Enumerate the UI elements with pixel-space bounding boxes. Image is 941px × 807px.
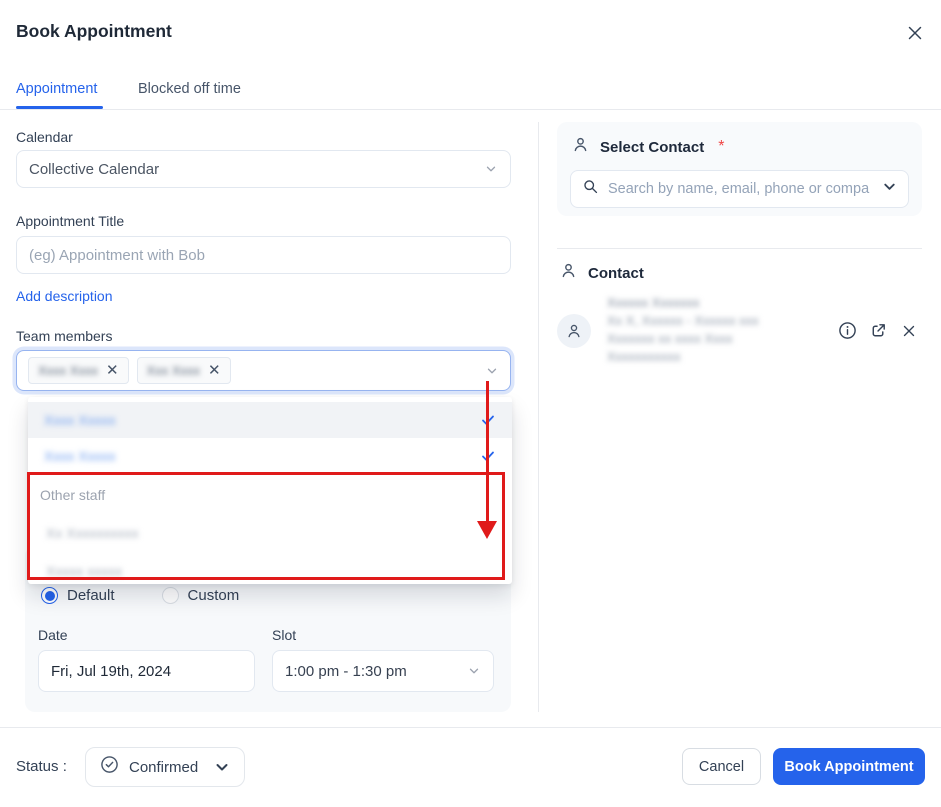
status-label: Status : xyxy=(16,758,67,775)
chip-label: Xxxx Xxxx xyxy=(38,363,98,378)
contact-section-divider xyxy=(557,248,922,249)
slot-value: 1:00 pm - 1:30 pm xyxy=(285,662,407,680)
check-icon xyxy=(480,448,496,464)
dropdown-option-selected[interactable]: Xxxx Xxxxx xyxy=(28,402,512,438)
chevron-down-icon xyxy=(484,162,498,176)
team-member-chip: Xxx Xxxx ✕ xyxy=(136,357,231,384)
default-radio-label: Default xyxy=(67,587,115,604)
slot-label: Slot xyxy=(272,627,297,643)
required-asterisk: * xyxy=(718,138,725,155)
tabs-divider xyxy=(0,109,941,110)
footer-divider xyxy=(0,727,941,728)
person-icon xyxy=(571,135,590,159)
status-select[interactable]: Confirmed xyxy=(85,747,245,787)
dropdown-option-other-staff[interactable]: Xx Xxxxxxxxxx xyxy=(46,525,496,541)
dropdown-group-label: Other staff xyxy=(40,487,106,503)
contact-actions xyxy=(838,321,918,340)
option-label: Xxxx Xxxxx xyxy=(44,448,116,464)
remove-contact-icon[interactable] xyxy=(900,322,918,340)
column-divider xyxy=(538,122,539,712)
select-contact-panel: Select Contact * xyxy=(557,122,922,216)
dropdown-option-selected[interactable]: Xxxx Xxxxx xyxy=(28,438,512,474)
book-appointment-button[interactable]: Book Appointment xyxy=(773,748,925,785)
select-contact-label: Select Contact xyxy=(600,138,705,156)
chevron-down-icon xyxy=(467,664,481,678)
status-value: Confirmed xyxy=(129,758,199,776)
contact-label: Contact xyxy=(588,264,644,282)
custom-radio-label: Custom xyxy=(187,587,240,604)
contact-detail-line: Xx X, Xxxxxx - Xxxxxx xxx xyxy=(607,313,759,328)
calendar-label: Calendar xyxy=(16,129,73,145)
check-circle-icon xyxy=(100,755,119,779)
person-icon xyxy=(559,261,578,285)
appointment-title-label: Appointment Title xyxy=(16,213,125,229)
page-title: Book Appointment xyxy=(16,21,172,41)
tab-blocked-off-time[interactable]: Blocked off time xyxy=(138,81,241,97)
date-input[interactable]: Fri, Jul 19th, 2024 xyxy=(38,650,255,692)
team-member-chip: Xxxx Xxxx ✕ xyxy=(28,357,129,384)
team-members-dropdown: Xxxx Xxxxx Xxxx Xxxxx Other staff Xx Xxx… xyxy=(28,397,512,584)
book-appointment-modal: Book Appointment Appointment Blocked off… xyxy=(0,0,941,807)
close-icon[interactable] xyxy=(905,23,925,43)
calendar-select[interactable]: Collective Calendar xyxy=(16,150,511,188)
slot-mode-radio-group: Default Custom xyxy=(41,587,239,604)
add-description-link[interactable]: Add description xyxy=(16,288,113,304)
search-icon xyxy=(582,178,599,200)
chevron-down-icon xyxy=(214,759,230,775)
remove-chip-icon[interactable]: ✕ xyxy=(106,363,119,378)
info-icon[interactable] xyxy=(838,321,857,340)
custom-radio[interactable] xyxy=(161,587,179,604)
chip-label: Xxx Xxxx xyxy=(146,363,201,378)
contact-avatar xyxy=(557,314,591,348)
contact-name: Xxxxxx Xxxxxxx xyxy=(607,295,700,310)
appointment-title-input[interactable] xyxy=(29,246,498,264)
date-value: Fri, Jul 19th, 2024 xyxy=(51,662,172,680)
option-label: Xxxx Xxxxx xyxy=(44,412,116,428)
default-radio[interactable] xyxy=(41,587,58,604)
contact-section-header: Contact xyxy=(559,261,644,285)
dropdown-option-other-staff[interactable]: Xxxxx xxxxx xyxy=(46,563,496,579)
remove-chip-icon[interactable]: ✕ xyxy=(208,363,221,378)
team-members-label: Team members xyxy=(16,328,113,344)
team-members-multiselect[interactable]: Xxxx Xxxx ✕ Xxx Xxxx ✕ xyxy=(16,350,511,391)
external-link-icon[interactable] xyxy=(869,321,888,340)
contact-detail-line: Xxxxxxx xx xxxx Xxxx xyxy=(607,331,733,346)
appointment-title-field-wrap xyxy=(16,236,511,274)
chevron-down-icon[interactable] xyxy=(882,179,897,199)
date-label: Date xyxy=(38,627,68,643)
slot-select[interactable]: 1:00 pm - 1:30 pm xyxy=(272,650,494,692)
tab-appointment[interactable]: Appointment xyxy=(16,81,97,97)
contact-search-input[interactable] xyxy=(608,181,873,197)
check-icon xyxy=(480,412,496,428)
contact-search-box xyxy=(570,170,909,208)
contact-detail-line: Xxxxxxxxxxx xyxy=(607,349,681,364)
cancel-button[interactable]: Cancel xyxy=(682,748,761,785)
calendar-select-value: Collective Calendar xyxy=(29,160,160,178)
contact-details: Xxxxxx Xxxxxxx Xx X, Xxxxxx - Xxxxxx xxx… xyxy=(607,294,759,366)
chevron-down-icon xyxy=(485,364,499,378)
